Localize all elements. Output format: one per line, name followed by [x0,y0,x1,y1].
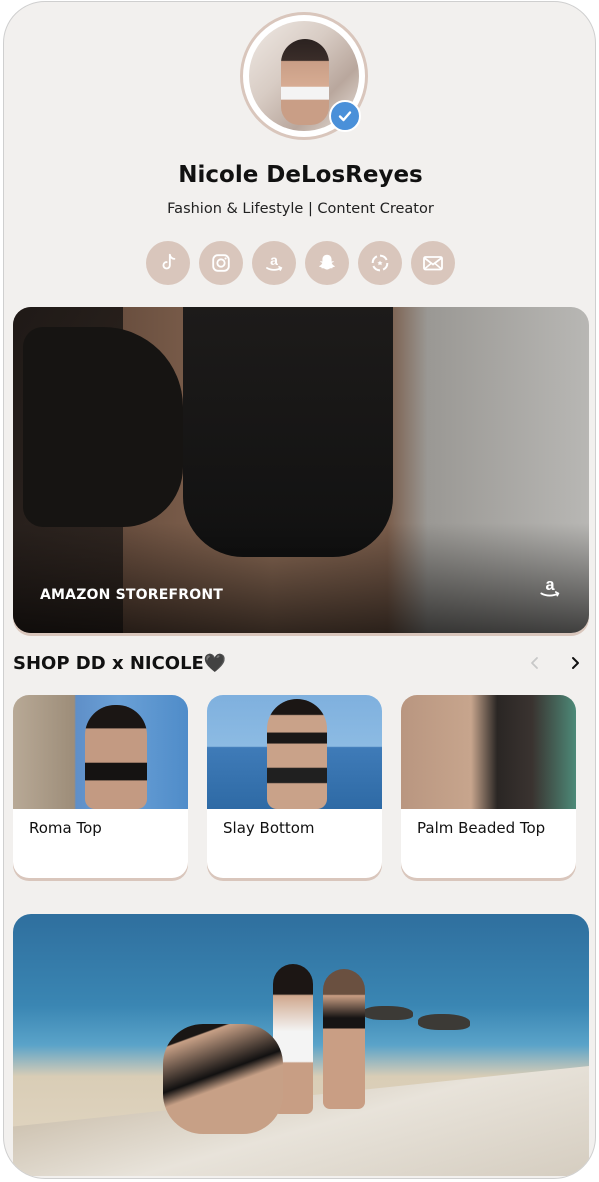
product-label: Slay Bottom [223,819,315,837]
carousel-prev-button[interactable] [524,652,546,674]
ltk-icon[interactable] [358,241,402,285]
product-card[interactable]: Slay Bottom [207,695,382,878]
product-card[interactable]: Palm Beaded Top [401,695,576,878]
verified-badge-icon [329,100,361,132]
svg-text:a: a [270,252,278,268]
snapchat-icon[interactable] [305,241,349,285]
social-links: a [146,241,455,285]
svg-text:a: a [545,576,555,594]
beach-photo-banner[interactable] [13,914,589,1176]
profile-name: Nicole DeLosReyes [178,162,423,188]
amazon-storefront-banner[interactable]: AMAZON STOREFRONT a [13,307,589,633]
amazon-icon[interactable]: a [252,241,296,285]
product-label: Palm Beaded Top [417,819,546,837]
product-image [401,695,576,809]
shop-section-title: SHOP DD x NICOLE🖤 [13,653,227,674]
carousel-next-button[interactable] [564,652,586,674]
phone-frame: Nicole DeLosReyes Fashion & Lifestyle | … [3,1,596,1179]
amazon-icon: a [537,575,563,606]
profile-bio: Fashion & Lifestyle | Content Creator [167,201,434,217]
product-image [207,695,382,809]
instagram-icon[interactable] [199,241,243,285]
email-icon[interactable] [411,241,455,285]
product-card[interactable]: Roma Top [13,695,188,878]
banner-label: AMAZON STOREFRONT [40,587,224,603]
tiktok-icon[interactable] [146,241,190,285]
product-label: Roma Top [29,819,102,837]
product-image [13,695,188,809]
